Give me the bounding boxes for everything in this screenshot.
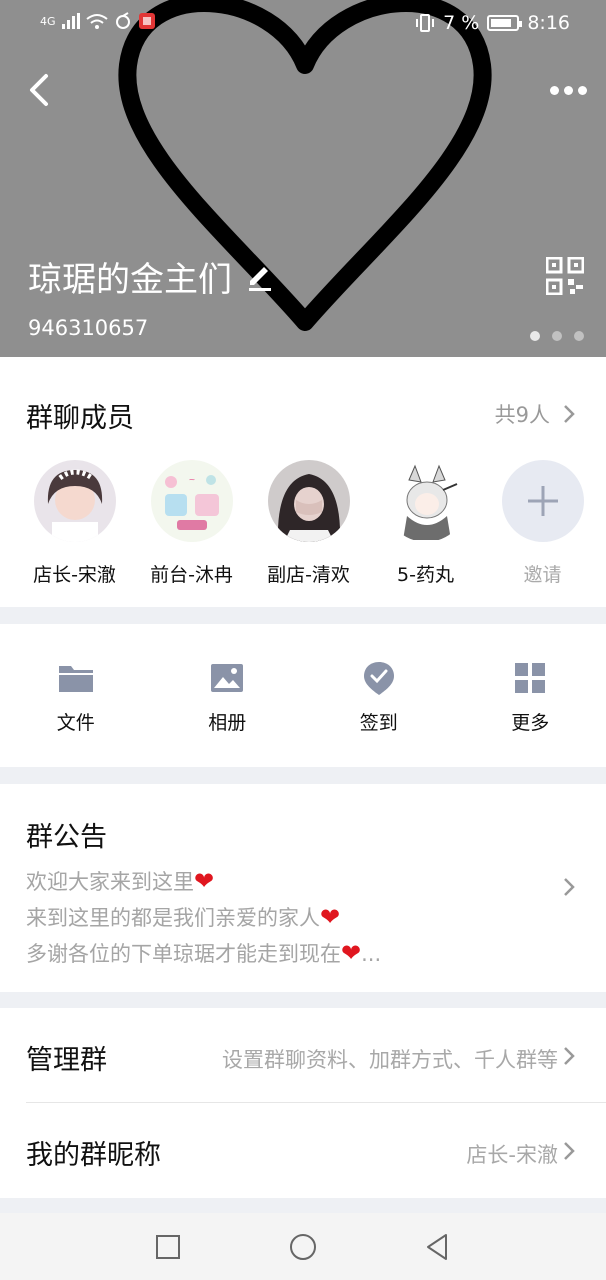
heart-emoji-icon: ❤: [320, 903, 341, 931]
system-nav-bar: [0, 1213, 606, 1280]
member-item[interactable]: 5-药丸: [368, 460, 483, 587]
row-label: 我的群昵称: [26, 1140, 161, 1171]
my-nickname-row[interactable]: 我的群昵称 店长-宋澈: [0, 1103, 606, 1197]
checkin-button[interactable]: 签到: [303, 624, 455, 767]
wifi-icon: [85, 14, 108, 29]
heart-emoji-icon: ❤: [194, 867, 215, 895]
member-item[interactable]: 副店-清欢: [251, 460, 366, 587]
heart-emoji-icon: ❤: [341, 939, 362, 967]
action-label: 相册: [208, 712, 247, 734]
announcement-text: 来到这里的都是我们亲爱的家人: [26, 906, 320, 930]
chevron-left-icon: [30, 74, 48, 106]
member-name: 店长-宋澈: [33, 564, 116, 586]
qr-code-icon: [545, 256, 585, 296]
back-nav-button[interactable]: [420, 1229, 456, 1265]
member-count-link[interactable]: 共9人: [495, 399, 576, 429]
carousel-indicator: [530, 331, 584, 341]
member-name: 副店-清欢: [267, 564, 350, 586]
chevron-right-icon: [564, 1047, 575, 1065]
avatar: [384, 460, 467, 542]
more-options-button[interactable]: [548, 78, 588, 102]
manage-group-row[interactable]: 管理群 设置群聊资料、加群方式、千人群等: [0, 1008, 606, 1102]
row-value: 设置群聊资料、加群方式、千人群等: [222, 1048, 558, 1072]
member-item[interactable]: ~ 前台-沐冉: [134, 460, 249, 587]
dot-icon: [577, 85, 587, 95]
recent-apps-button[interactable]: [150, 1229, 186, 1265]
app-notification-icon: [115, 12, 130, 29]
announcement-line: 来到这里的都是我们亲爱的家人❤: [26, 902, 340, 932]
quick-actions-card: 文件 相册 签到 更多: [0, 624, 606, 767]
row-label: 管理群: [26, 1045, 107, 1076]
carousel-dot: [530, 331, 540, 341]
status-bar: 4G 7 % 8:16: [0, 0, 606, 48]
edit-pencil-icon[interactable]: [246, 263, 274, 291]
group-name: 琼琚的金主们: [28, 260, 232, 300]
announcement-text: 欢迎大家来到这里: [26, 870, 194, 894]
grid-icon: [515, 663, 546, 693]
plus-icon: [501, 460, 584, 542]
chevron-right-icon: [564, 405, 575, 423]
member-name: 5-药丸: [397, 564, 454, 586]
qr-code-button[interactable]: [545, 256, 585, 296]
checkin-icon: [363, 662, 394, 695]
action-label: 签到: [359, 712, 398, 734]
image-icon: [211, 664, 244, 692]
battery-icon: [487, 15, 523, 31]
status-time: 8:16: [527, 12, 570, 34]
svg-text:~: ~: [188, 475, 195, 484]
announcement-text: 多谢各位的下单琼琚才能走到现在: [26, 942, 341, 966]
more-button[interactable]: 更多: [455, 624, 606, 767]
invite-label: 邀请: [523, 564, 562, 586]
carousel-dot: [574, 331, 584, 341]
avatar: [33, 460, 116, 542]
folder-icon: [58, 666, 93, 692]
chevron-right-icon: [564, 1142, 575, 1160]
signal-icon: [61, 13, 80, 29]
invite-member-button[interactable]: 邀请: [485, 460, 600, 587]
members-title: 群聊成员: [26, 403, 134, 434]
avatar: ~: [150, 460, 233, 542]
group-header: 4G 7 % 8:16 琼琚的金主们 946310657: [0, 0, 606, 357]
status-left: 4G: [40, 12, 156, 30]
member-count: 共9人: [494, 403, 550, 427]
announcement-line: 多谢各位的下单琼琚才能走到现在❤...: [26, 938, 381, 968]
dot-icon: [549, 85, 559, 95]
row-value: 店长-宋澈: [466, 1143, 558, 1167]
avatar: [267, 460, 350, 542]
status-right: 7 % 8:16: [415, 12, 570, 34]
member-item[interactable]: 店长-宋澈: [17, 460, 132, 587]
red-app-icon: [138, 13, 155, 29]
member-name: 前台-沐冉: [150, 564, 233, 586]
chevron-right-icon: [564, 878, 575, 896]
back-button[interactable]: [24, 68, 60, 112]
action-label: 文件: [56, 712, 95, 734]
network-type: 4G: [40, 14, 56, 28]
files-button[interactable]: 文件: [0, 624, 152, 767]
battery-percent: 7 %: [443, 12, 480, 34]
dot-icon: [563, 85, 573, 95]
announcement-title: 群公告: [26, 822, 107, 853]
vibrate-icon: [416, 14, 435, 32]
announcement-line: 欢迎大家来到这里❤: [26, 866, 214, 896]
group-name-row[interactable]: 琼琚的金主们: [28, 252, 274, 301]
member-avatar-row: 店长-宋澈 ~ 前台-沐冉 副店-清欢 5-药丸 邀请: [0, 460, 606, 587]
home-button[interactable]: [285, 1229, 321, 1265]
action-label: 更多: [511, 712, 550, 734]
group-id: 946310657: [28, 316, 149, 340]
ellipsis: ...: [361, 942, 382, 966]
album-button[interactable]: 相册: [152, 624, 304, 767]
carousel-dot: [552, 331, 562, 341]
